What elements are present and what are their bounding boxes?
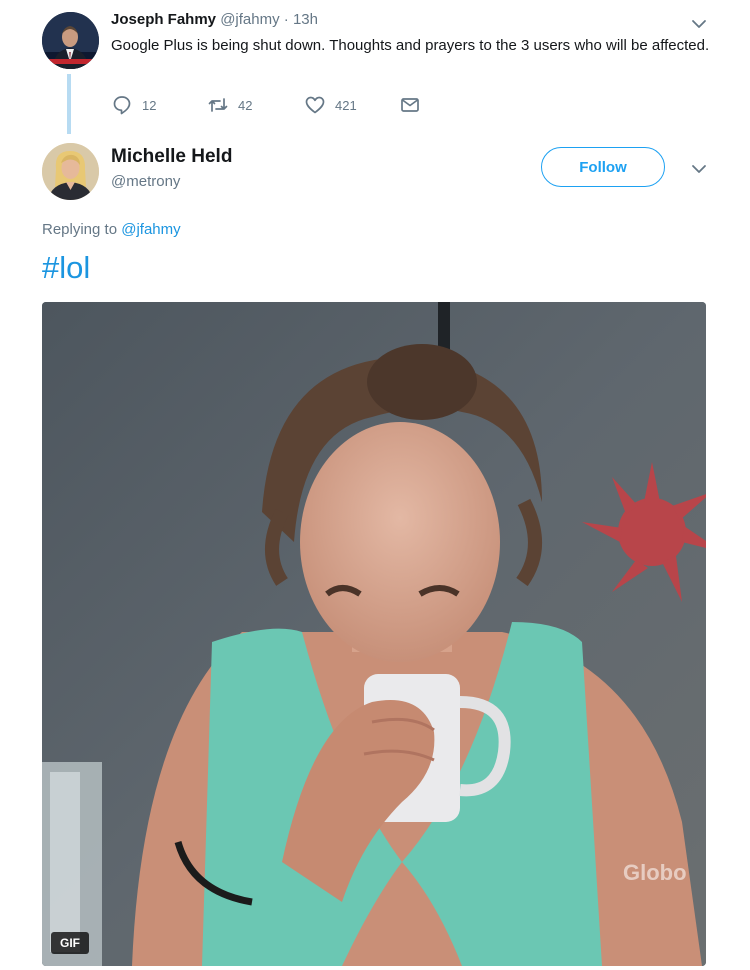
replying-to-line: Replying to @jfahmy [42,221,181,238]
retweet-button[interactable]: 42 [207,94,252,116]
chevron-down-icon [692,165,706,173]
parent-tweet-header: Joseph Fahmy @jfahmy · 13h [111,10,318,30]
thread-line [67,74,71,134]
retweet-count: 42 [238,97,253,113]
chevron-down-icon [692,20,706,28]
gif-media[interactable] [42,302,706,966]
parent-tweet-text: Google Plus is being shut down. Thoughts… [111,37,710,54]
like-count: 421 [335,97,357,113]
hashtag-lol-link[interactable]: #lol [42,250,90,286]
retweet-icon [208,98,228,112]
like-button[interactable]: 421 [304,94,357,116]
reply-icon [113,96,131,115]
gif-badge: GIF [51,932,89,954]
joseph-fahmy-avatar[interactable] [42,12,99,69]
parent-tweet-time[interactable]: · 13h [284,11,318,28]
reply-button[interactable]: 12 [111,94,156,116]
follow-button[interactable]: Follow [541,147,665,187]
parent-author-name[interactable]: Joseph Fahmy [111,11,216,28]
replying-to-handle-link[interactable]: @jfahmy [121,221,180,238]
gif-frame-image [42,302,706,966]
direct-message-button[interactable] [399,94,430,116]
parent-author-handle[interactable]: @jfahmy [220,11,279,28]
reply-author-handle[interactable]: @metrony [111,173,180,190]
heart-icon [305,96,325,114]
reply-tweet-menu-button[interactable] [690,160,708,183]
reply-count: 12 [142,97,157,113]
michelle-held-avatar[interactable] [42,143,99,200]
media-watermark: Globo [623,860,687,885]
reply-author-name[interactable]: Michelle Held [111,146,232,168]
replying-to-label: Replying to [42,221,118,238]
envelope-icon [401,98,419,112]
